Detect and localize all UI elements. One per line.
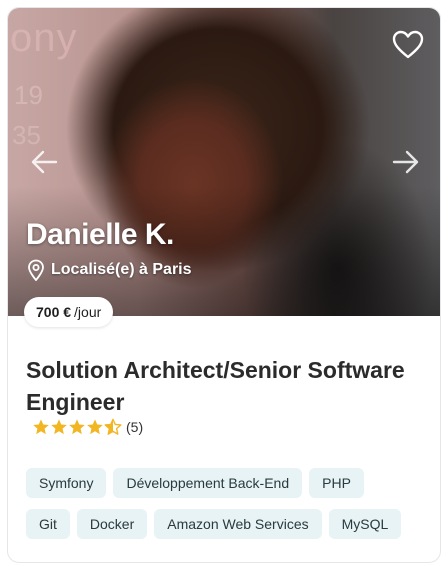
arrow-left-icon[interactable] [30,149,58,175]
heart-icon[interactable] [392,30,424,60]
profile-photo: ony 19 35 Danielle K. Localisé(e) à Pari… [8,8,440,316]
skill-tags: Symfony Développement Back-End PHP Git D… [26,468,426,550]
star-icon [51,419,67,435]
rate-unit: /jour [74,304,102,320]
map-pin-icon [28,259,44,281]
tag-symfony[interactable]: Symfony [26,468,107,498]
tag-git[interactable]: Git [26,509,70,539]
tag-aws[interactable]: Amazon Web Services [154,509,322,539]
star-icon [87,419,103,435]
tag-backend-development[interactable]: Développement Back-End [113,468,303,498]
location: Localisé(e) à Paris [27,259,192,281]
review-count: (5) [126,419,144,435]
daily-rate-badge: 700 € /jour [24,297,114,327]
photo-background-number: 19 [14,80,43,110]
star-half-icon [104,418,122,435]
location-label: Localisé(e) à Paris [51,261,192,278]
photo-background-text: ony [10,16,78,60]
freelancer-name[interactable]: Danielle K. [26,218,174,252]
tag-mysql[interactable]: MySQL [328,509,402,539]
star-icon [33,419,49,435]
arrow-right-icon[interactable] [392,149,420,175]
tag-row: Symfony Développement Back-End PHP [26,468,426,498]
tag-php[interactable]: PHP [309,468,364,498]
freelancer-card[interactable]: ony 19 35 Danielle K. Localisé(e) à Pari… [7,7,441,563]
tag-row: Git Docker Amazon Web Services MySQL [26,509,426,539]
rating: (5) [32,418,143,436]
job-title[interactable]: Solution Architect/Senior Software Engin… [26,354,426,418]
star-icon [69,419,85,435]
tag-docker[interactable]: Docker [76,509,148,539]
rate-value: 700 € [36,304,72,320]
photo-background-number: 35 [12,120,41,150]
